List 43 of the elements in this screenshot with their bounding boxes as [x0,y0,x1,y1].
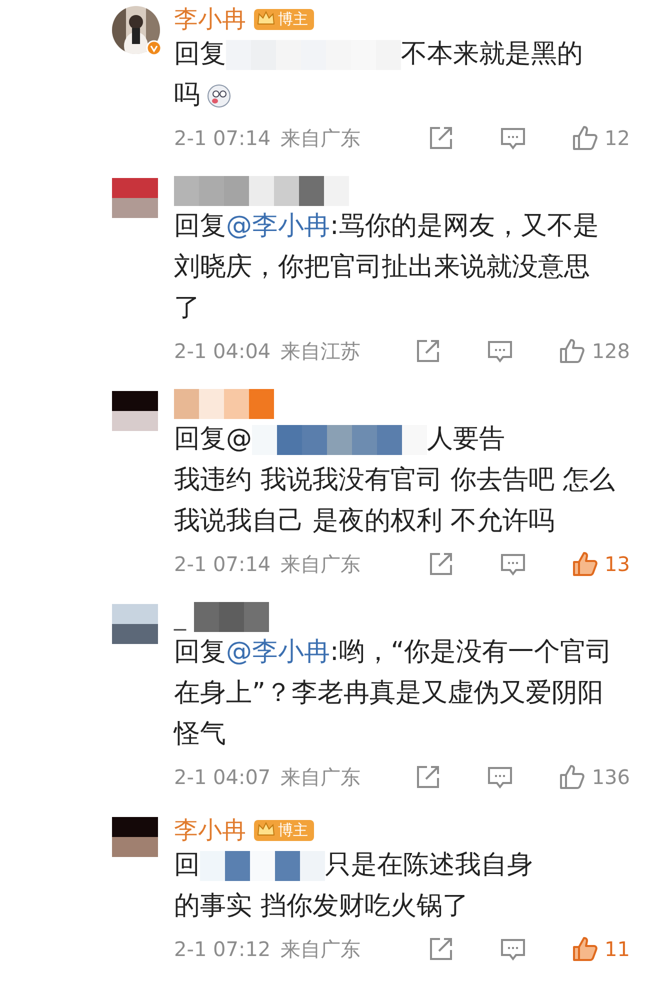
reply-prefix: 回复 [174,39,226,69]
comment-time: 2-1 07:14 [174,126,271,150]
reply-text: 吗 [174,80,200,110]
like-count: 13 [604,552,630,576]
reply-text: 人要告 [427,424,505,454]
author-name[interactable]: _ [174,603,186,631]
author-name[interactable]: 李小冉 [174,814,246,846]
thumbs-up-icon[interactable] [570,550,599,578]
reply-prefix: 回复@ [174,424,252,454]
blurred-avatar [112,604,158,644]
comment-location: 来自广东 [280,764,361,790]
comment-time: 2-1 04:07 [174,765,271,789]
like-count: 11 [604,937,630,961]
reply-text: 回复@李小冉:骂你的是网友，又不是 刘晓庆，你把官司扯出来说就没意思 了 [174,211,599,323]
comment-time: 2-1 07:14 [174,552,271,576]
like-count: 12 [604,126,630,150]
thumbs-up-icon[interactable] [558,763,586,791]
comment-time: 2-1 07:12 [174,937,271,961]
like-count: 128 [592,339,630,363]
reply-text: 我违约 我说我没有官司 你去告吧 怎么 我说我自己 是夜的权利 不允许吗 [174,465,615,536]
author-name[interactable]: 李小冉 [174,3,246,35]
mention-link[interactable]: @李小冉 [226,637,330,667]
thumbs-up-icon[interactable] [570,124,599,152]
reply-prefix: 回 [174,850,200,880]
verified-icon [146,40,162,56]
reply-text: 回复@李小冉:哟，“你是没有一个官司 在身上”？李老冉真是又虚伪又爱阴阳 怪气 [174,637,612,749]
thumbs-up-icon[interactable] [570,935,599,963]
comment-location: 来自江苏 [280,338,361,364]
mention-link[interactable]: @李小冉 [226,211,330,241]
comment-time: 2-1 04:04 [174,339,271,363]
like-count: 136 [592,765,630,789]
blurred-avatar [112,391,158,431]
blogger-badge: 博主 [254,820,314,840]
blurred-avatar [112,178,158,218]
reply-text: 不本来就是黑的 [401,39,583,69]
reply-text: 只是在陈述我自身 [325,850,533,880]
reply-text: 的事实 挡你发财吃火锅了 [174,891,468,921]
comment-location: 来自广东 [280,124,361,152]
blurred-avatar [112,817,158,857]
comment-location: 来自广东 [280,936,361,962]
blogger-badge: 博主 [254,8,314,30]
comment-location: 来自广东 [280,550,361,578]
thumbs-up-icon[interactable] [558,337,586,365]
